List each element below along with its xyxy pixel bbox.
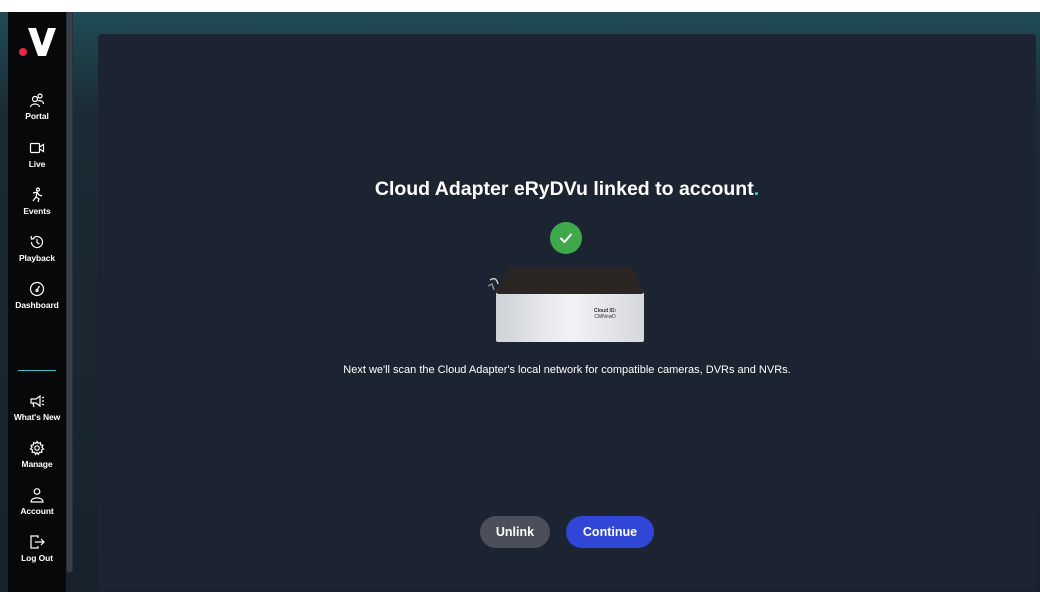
logo[interactable] — [18, 22, 58, 60]
success-check-icon — [550, 222, 582, 254]
sidebar-item-label: Dashboard — [15, 300, 59, 310]
device-label: Cloud ID: CMNnwD — [594, 308, 616, 320]
sidebar-divider — [18, 370, 56, 371]
sidebar-item-label: Log Out — [21, 553, 53, 563]
logout-icon — [30, 535, 45, 549]
gauge-icon — [29, 281, 45, 297]
device-label-value: CMNnwD — [594, 314, 616, 320]
sidebar-item-label: Manage — [21, 459, 53, 469]
page-title: Cloud Adapter eRyDVu linked to account. — [98, 178, 1036, 201]
cloud-adapter-icon — [487, 268, 644, 342]
sidebar-item-label: Portal — [25, 111, 49, 121]
verkada-logo-icon — [19, 28, 56, 56]
title-accent-dot: . — [753, 178, 760, 200]
gear-icon — [29, 440, 45, 456]
sidebar-item-label: Playback — [18, 253, 56, 263]
app-window: Portal Live Events Playback Dashboard Wh… — [0, 12, 1040, 592]
video-camera-icon — [29, 142, 45, 154]
sidebar-item-label: Live — [28, 159, 46, 169]
description-text: Next we'll scan the Cloud Adapter's loca… — [343, 364, 791, 376]
sidebar-item-label: Events — [23, 206, 51, 216]
sidebar-scrollbar[interactable] — [66, 12, 73, 572]
sidebar-item-portal[interactable]: Portal — [8, 92, 66, 134]
sidebar: Portal Live Events Playback Dashboard Wh… — [8, 12, 66, 592]
megaphone-icon — [30, 394, 45, 408]
sidebar-item-events[interactable]: Events — [8, 187, 66, 229]
continue-button[interactable]: Continue — [566, 516, 654, 548]
checkmark-icon — [560, 233, 572, 243]
scrollbar-thumb[interactable] — [67, 12, 72, 572]
sidebar-item-account[interactable]: Account — [8, 487, 66, 529]
users-icon — [29, 93, 45, 108]
running-person-icon — [32, 187, 43, 203]
unlink-button[interactable]: Unlink — [480, 516, 550, 548]
sidebar-item-manage[interactable]: Manage — [8, 440, 66, 482]
sidebar-item-live[interactable]: Live — [8, 140, 66, 182]
cloud-adapter-device-image: Cloud ID: CMNnwD — [484, 262, 654, 344]
title-text: Cloud Adapter eRyDVu linked to account — [374, 178, 754, 200]
person-icon — [30, 488, 44, 503]
sidebar-item-playback[interactable]: Playback — [8, 234, 66, 276]
sidebar-item-label: Account — [20, 506, 54, 516]
sidebar-item-whats-new[interactable]: What's New — [8, 393, 66, 435]
sidebar-item-dashboard[interactable]: Dashboard — [8, 281, 66, 323]
sidebar-item-label: What's New — [13, 412, 61, 422]
main-panel: Cloud Adapter eRyDVu linked to account. — [98, 34, 1036, 590]
sidebar-item-logout[interactable]: Log Out — [8, 534, 66, 576]
history-icon — [30, 235, 44, 249]
